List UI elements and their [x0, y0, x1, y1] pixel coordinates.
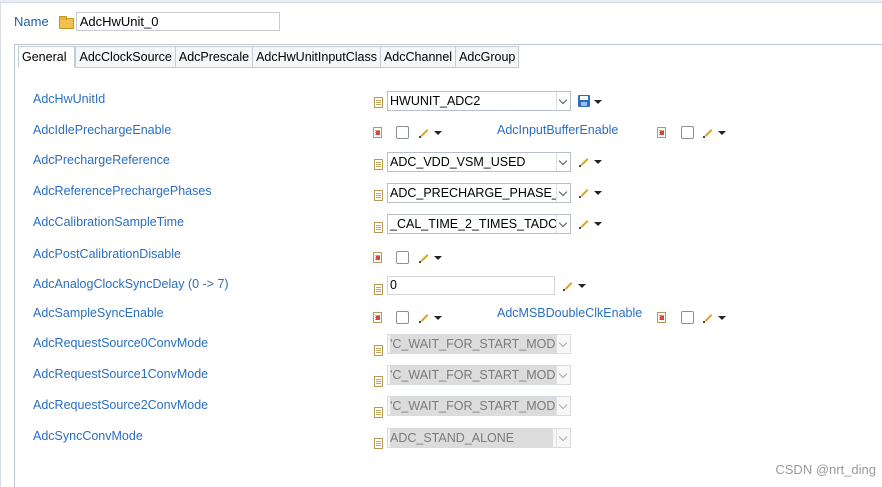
- folder-icon: [58, 15, 74, 29]
- post-calibration-disable-checkbox[interactable]: [396, 251, 409, 264]
- tab-general[interactable]: General: [18, 46, 76, 68]
- calibration-sample-time-combo[interactable]: _CAL_TIME_2_TIMES_TADCI: [387, 214, 571, 234]
- tab-adc-prescale[interactable]: AdcPrescale: [175, 46, 254, 68]
- config-edit-icon: [373, 252, 382, 263]
- pencil-icon[interactable]: [563, 281, 573, 291]
- dropdown-caret-icon[interactable]: [594, 222, 602, 226]
- name-label: Name: [14, 13, 49, 29]
- name-input[interactable]: [75, 11, 280, 31]
- dropdown-caret-icon[interactable]: [594, 160, 602, 164]
- config-doc-icon: [374, 97, 383, 108]
- msb-double-clk-enable-label: AdcMSBDoubleClkEnable: [497, 306, 643, 320]
- dropdown-caret-icon[interactable]: [434, 256, 442, 260]
- config-doc-icon: [374, 284, 383, 295]
- dropdown-caret-icon[interactable]: [594, 100, 602, 104]
- chevron-down-icon: [556, 397, 570, 415]
- config-edit-icon: [373, 312, 382, 323]
- reference-precharge-phases-combo[interactable]: ADC_PRECHARGE_PHASE_1: [387, 183, 571, 203]
- chevron-down-icon[interactable]: [556, 92, 570, 110]
- config-doc-icon: [374, 345, 383, 356]
- tab-adc-clock-source[interactable]: AdcClockSource: [75, 46, 176, 68]
- request-source2-conv-mode-combo: 'C_WAIT_FOR_START_MODE: [387, 396, 571, 416]
- post-calibration-disable-label: AdcPostCalibrationDisable: [33, 247, 181, 261]
- request-source1-conv-mode-label: AdcRequestSource1ConvMode: [33, 367, 209, 381]
- pencil-icon[interactable]: [703, 128, 713, 138]
- input-buffer-enable-label: AdcInputBufferEnable: [497, 123, 619, 137]
- config-doc-icon: [374, 376, 383, 387]
- name-row: Name: [14, 11, 280, 31]
- tab-adc-hw-unit-input-class[interactable]: AdcHwUnitInputClass: [253, 46, 381, 68]
- sample-sync-enable-checkbox[interactable]: [396, 311, 409, 324]
- idle-precharge-enable-checkbox[interactable]: [396, 126, 409, 139]
- sync-conv-mode-combo: ADC_STAND_ALONE: [387, 428, 571, 448]
- request-source0-conv-mode-label: AdcRequestSource0ConvMode: [33, 336, 209, 350]
- chevron-down-icon[interactable]: [556, 184, 570, 202]
- left-border: [0, 3, 1, 487]
- request-source2-conv-mode-value: 'C_WAIT_FOR_START_MODE: [390, 397, 567, 415]
- analog-clock-sync-delay-input[interactable]: 0: [387, 276, 555, 295]
- sync-conv-mode-value: ADC_STAND_ALONE: [390, 429, 553, 447]
- calibration-sample-time-label: AdcCalibrationSampleTime: [33, 215, 184, 229]
- hw-unit-id-value: HWUNIT_ADC2: [390, 94, 481, 108]
- dropdown-caret-icon[interactable]: [578, 284, 586, 288]
- idle-precharge-enable-label: AdcIdlePrechargeEnable: [33, 123, 172, 137]
- save-icon[interactable]: [578, 95, 590, 107]
- reference-precharge-phases-label: AdcReferencePrechargePhases: [33, 184, 212, 198]
- chevron-down-icon: [556, 366, 570, 384]
- input-buffer-enable-checkbox[interactable]: [681, 126, 694, 139]
- dropdown-caret-icon[interactable]: [594, 191, 602, 195]
- config-doc-icon: [374, 222, 383, 233]
- request-source2-conv-mode-label: AdcRequestSource2ConvMode: [33, 398, 209, 412]
- dropdown-caret-icon[interactable]: [718, 316, 726, 320]
- tab-adc-group[interactable]: AdcGroup: [456, 46, 520, 68]
- pencil-icon[interactable]: [579, 188, 589, 198]
- pencil-icon[interactable]: [579, 157, 589, 167]
- chevron-down-icon[interactable]: [556, 215, 570, 233]
- precharge-reference-combo[interactable]: ADC_VDD_VSM_USED: [387, 152, 571, 172]
- reference-precharge-phases-value: ADC_PRECHARGE_PHASE_1: [390, 186, 566, 200]
- tab-adc-channel[interactable]: AdcChannel: [380, 46, 457, 68]
- chevron-down-icon: [556, 335, 570, 353]
- analog-clock-sync-delay-label: AdcAnalogClockSyncDelay (0 -> 7): [33, 277, 229, 291]
- config-doc-icon: [374, 159, 383, 170]
- pencil-icon[interactable]: [419, 313, 429, 323]
- precharge-reference-value: ADC_VDD_VSM_USED: [390, 155, 526, 169]
- config-edit-icon: [657, 312, 666, 323]
- calibration-sample-time-value: _CAL_TIME_2_TIMES_TADCI: [390, 217, 561, 231]
- chevron-down-icon: [556, 429, 570, 447]
- config-doc-icon: [374, 190, 383, 201]
- watermark: CSDN @nrt_ding: [775, 462, 876, 477]
- sync-conv-mode-label: AdcSyncConvMode: [33, 429, 143, 443]
- dropdown-caret-icon[interactable]: [718, 131, 726, 135]
- pencil-icon[interactable]: [419, 128, 429, 138]
- precharge-reference-label: AdcPrechargeReference: [33, 153, 170, 167]
- dropdown-caret-icon[interactable]: [434, 316, 442, 320]
- config-edit-icon: [373, 127, 382, 138]
- hw-unit-id-label: AdcHwUnitId: [33, 92, 106, 106]
- pencil-icon[interactable]: [579, 219, 589, 229]
- pencil-icon[interactable]: [419, 253, 429, 263]
- top-border: [0, 0, 882, 3]
- request-source0-conv-mode-value: 'C_WAIT_FOR_START_MODE: [390, 335, 567, 353]
- request-source0-conv-mode-combo: 'C_WAIT_FOR_START_MODE: [387, 334, 571, 354]
- dropdown-caret-icon[interactable]: [434, 131, 442, 135]
- hw-unit-id-combo[interactable]: HWUNIT_ADC2: [387, 91, 571, 111]
- sample-sync-enable-label: AdcSampleSyncEnable: [33, 306, 164, 320]
- config-doc-icon: [374, 438, 383, 449]
- chevron-down-icon[interactable]: [556, 153, 570, 171]
- pencil-icon[interactable]: [703, 313, 713, 323]
- tab-bar: General AdcClockSource AdcPrescale AdcHw…: [18, 46, 520, 68]
- config-doc-icon: [374, 407, 383, 418]
- msb-double-clk-enable-checkbox[interactable]: [681, 311, 694, 324]
- config-edit-icon: [657, 127, 666, 138]
- request-source1-conv-mode-value: 'C_WAIT_FOR_START_MODE: [390, 366, 567, 384]
- request-source1-conv-mode-combo: 'C_WAIT_FOR_START_MODE: [387, 365, 571, 385]
